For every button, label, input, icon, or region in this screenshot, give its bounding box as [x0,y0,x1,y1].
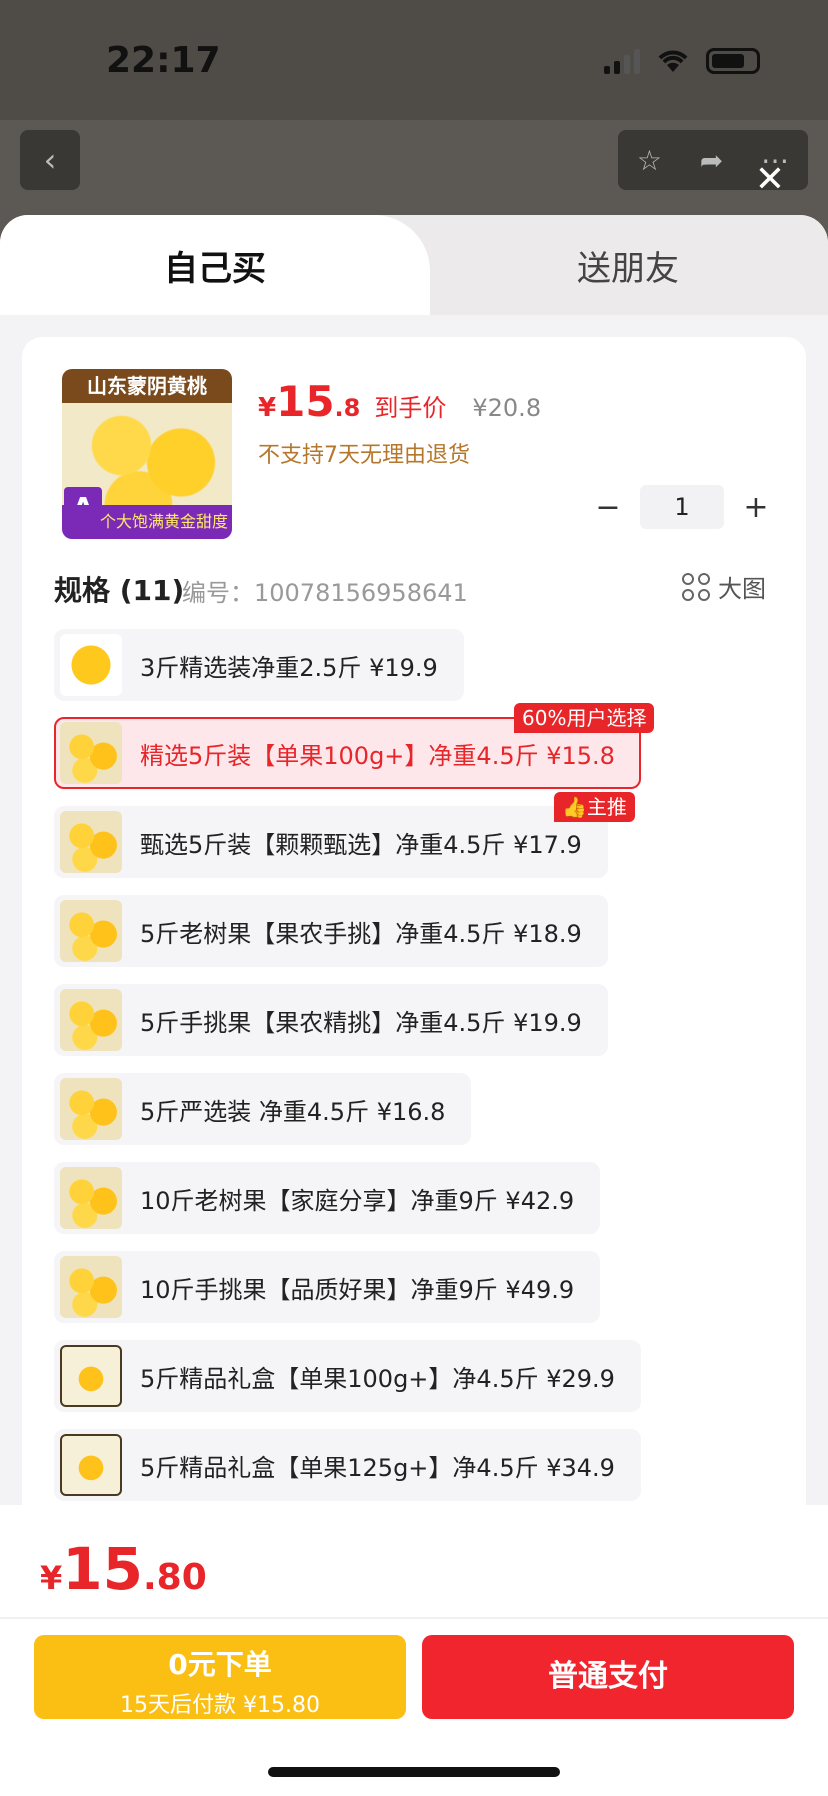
spec-option[interactable]: 10斤老树果【家庭分享】净重9斤 ¥42.9 [54,1162,601,1234]
product-image[interactable]: 山东蒙阴黄桃 A 个大饱满黄金甜度 [62,369,232,539]
return-policy-note: 不支持7天无理由退货 [258,443,470,468]
pay-later-subtitle: 15天后付款 ¥15.80 [120,1693,320,1718]
total-decimal: .80 [142,1557,207,1598]
option-label: 5斤严选装 净重4.5斤 ¥16.8 [140,1097,446,1126]
popular-choice-badge: 60%用户选择 [514,703,655,733]
spec-option[interactable]: 5斤老树果【果农手挑】净重4.5斤 ¥18.9 [54,895,608,967]
grid-view-icon [682,572,710,601]
big-image-label: 大图 [718,575,766,603]
recommended-label: 主推 [586,795,627,819]
product-image-banner: 山东蒙阴黄桃 [62,369,232,403]
decrease-button[interactable]: − [588,490,628,525]
close-icon[interactable]: ✕ [752,162,788,198]
spec-option[interactable]: 5斤精品礼盒【单果125g+】净4.5斤 ¥34.9 [54,1429,641,1501]
quantity-stepper: − 1 + [588,485,776,529]
star-icon[interactable]: ☆ [637,144,662,177]
option-thumbnail [60,1256,122,1318]
option-label: 10斤老树果【家庭分享】净重9斤 ¥42.9 [140,1186,575,1215]
product-card: 山东蒙阴黄桃 A 个大饱满黄金甜度 ¥ 15 .8 到手价 ¥20.8 不支持7… [22,337,806,1637]
price-tag: 到手价 [374,394,447,422]
option-thumbnail [60,1078,122,1140]
spec-title: 规格 (11) [54,574,185,607]
tab-buy-for-self[interactable]: 自己买 [0,215,430,315]
option-label: 5斤手挑果【果农精挑】净重4.5斤 ¥19.9 [140,1008,582,1037]
spec-option[interactable]: 5斤严选装 净重4.5斤 ¥16.8 [54,1073,472,1145]
total-price: ¥ 15 .80 [40,1535,207,1603]
back-button[interactable]: ‹ [20,130,80,190]
status-bar: 22:17 [0,0,828,120]
price-integer: 15 [276,377,335,426]
option-thumbnail [60,900,122,962]
divider [0,1617,828,1619]
battery-icon [706,48,760,74]
option-thumbnail [60,634,122,696]
product-image-footer: 个大饱满黄金甜度 [62,505,232,539]
spec-option[interactable]: 5斤手挑果【果农精挑】净重4.5斤 ¥19.9 [54,984,608,1056]
option-label: 3斤精选装净重2.5斤 ¥19.9 [140,653,438,682]
option-label: 5斤精品礼盒【单果100g+】净4.5斤 ¥29.9 [140,1364,615,1393]
share-icon[interactable]: ➦ [700,144,723,177]
original-price: ¥20.8 [472,394,542,422]
total-currency: ¥ [40,1559,63,1597]
option-thumbnail [60,722,122,784]
recommended-badge: 👍主推 [554,792,635,822]
spec-option[interactable]: 10斤手挑果【品质好果】净重9斤 ¥49.9 [54,1251,601,1323]
option-thumbnail [60,1167,122,1229]
wifi-icon [658,50,688,72]
tab-bar: 自己买 送朋友 [0,215,828,315]
option-thumbnail [60,989,122,1051]
option-thumbnail [60,1434,122,1496]
total-integer: 15 [62,1535,143,1603]
home-indicator [268,1767,560,1777]
cellular-signal-icon [604,48,640,74]
product-code: 编号：10078156958641 [182,579,468,607]
option-label: 甄选5斤装【颗颗甄选】净重4.5斤 ¥17.9 [140,830,582,859]
tab-gift-to-friend[interactable]: 送朋友 [428,215,828,315]
price-currency: ¥ [258,393,277,423]
chevron-left-icon: ‹ [43,141,57,179]
big-image-toggle[interactable]: 大图 [682,569,766,604]
pay-later-title: 0元下单 [168,1648,272,1681]
pay-later-button[interactable]: 0元下单 15天后付款 ¥15.80 [34,1635,406,1719]
price-decimal: .8 [334,394,361,422]
option-label: 5斤精品礼盒【单果125g+】净4.5斤 ¥34.9 [140,1453,615,1482]
price-line: ¥ 15 .8 到手价 ¥20.8 [258,377,541,426]
status-icons [604,48,760,74]
quantity-input[interactable]: 1 [640,485,724,529]
spec-option[interactable]: 3斤精选装净重2.5斤 ¥19.9 [54,629,464,701]
status-time: 22:17 [106,40,221,81]
option-label: 精选5斤装【单果100g+】净重4.5斤 ¥15.8 [140,741,615,770]
thumbs-up-icon: 👍 [562,795,587,819]
pay-now-button[interactable]: 普通支付 [422,1635,794,1719]
spec-option[interactable]: 甄选5斤装【颗颗甄选】净重4.5斤 ¥17.9 [54,806,608,878]
option-label: 10斤手挑果【品质好果】净重9斤 ¥49.9 [140,1275,575,1304]
option-label: 5斤老树果【果农手挑】净重4.5斤 ¥18.9 [140,919,582,948]
option-thumbnail [60,1345,122,1407]
checkout-bar: ¥ 15 .80 0元下单 15天后付款 ¥15.80 普通支付 [0,1505,828,1796]
spec-option[interactable]: 5斤精品礼盒【单果100g+】净4.5斤 ¥29.9 [54,1340,641,1412]
increase-button[interactable]: + [736,490,776,525]
option-thumbnail [60,811,122,873]
